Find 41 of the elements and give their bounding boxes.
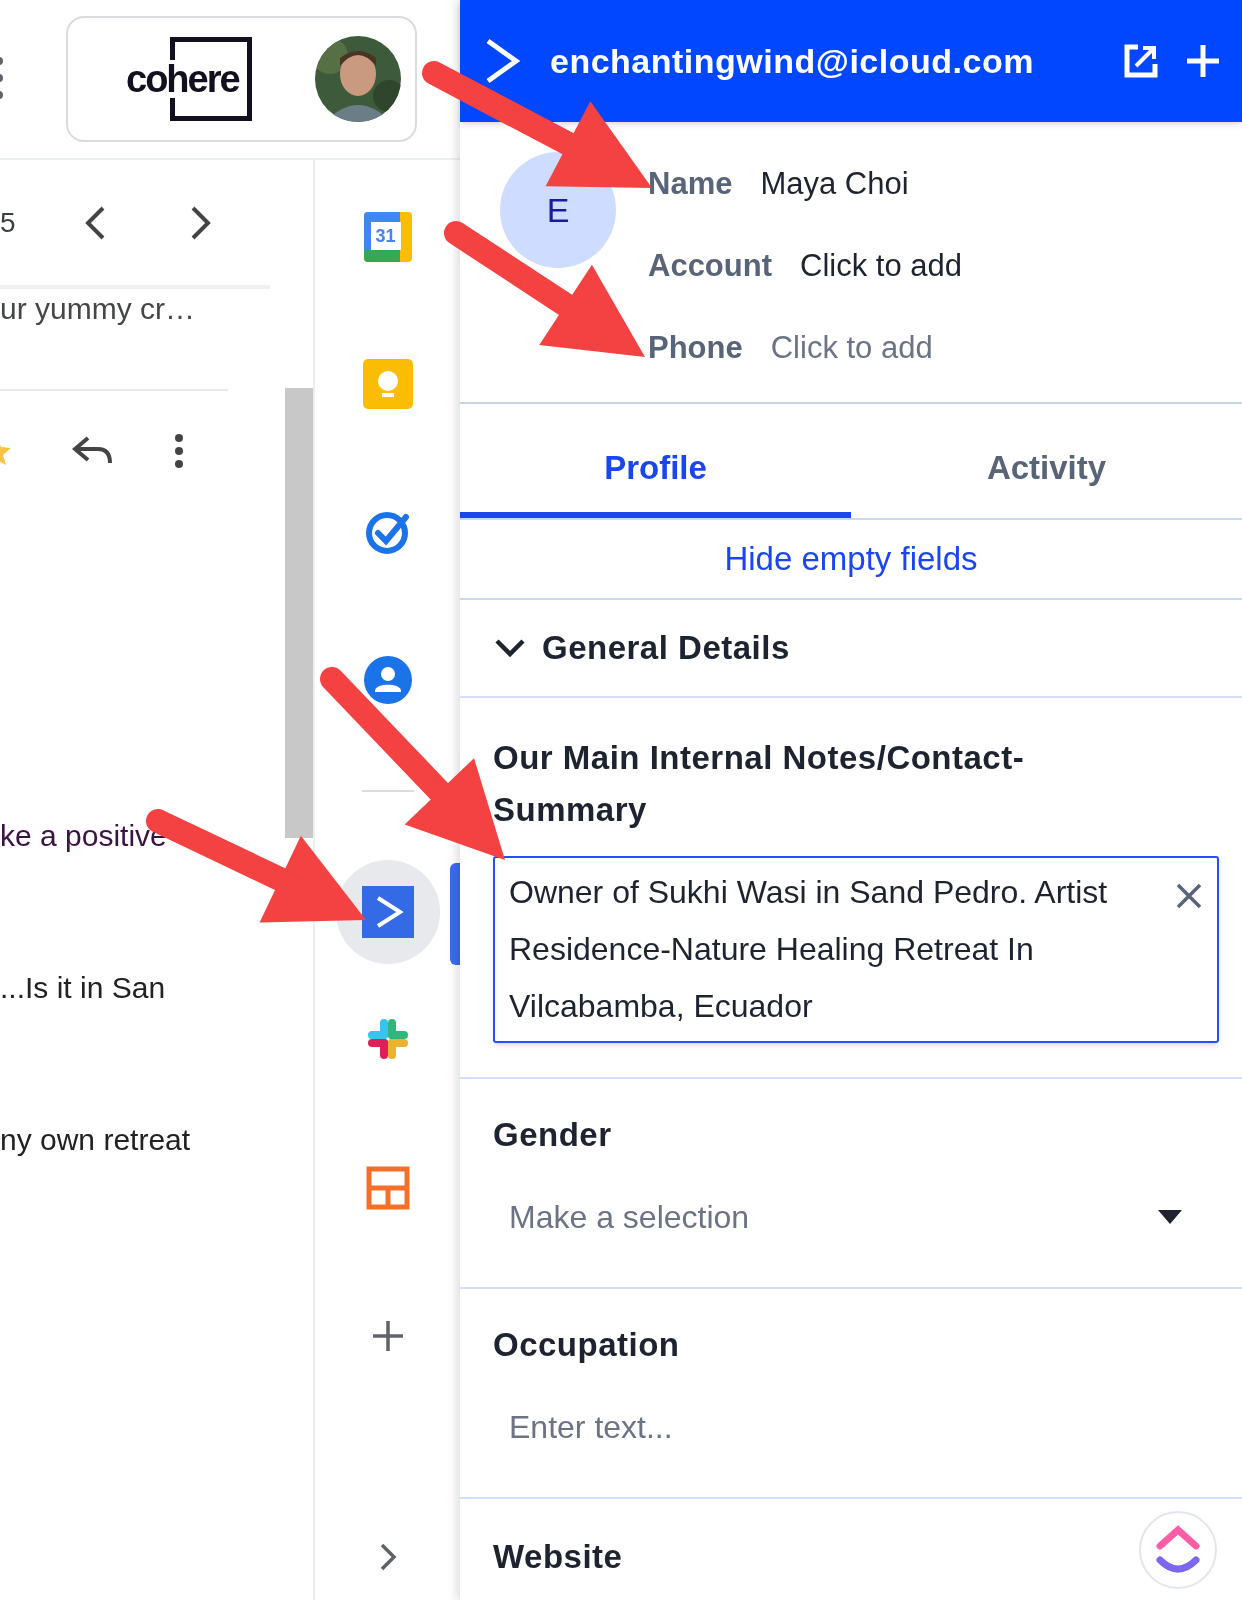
- more-vertical-icon[interactable]: [174, 433, 184, 469]
- lightbulb-icon: [362, 359, 413, 409]
- occupation-input[interactable]: Enter text...: [493, 1397, 1093, 1457]
- tab[interactable]: Activity: [851, 404, 1242, 518]
- chevron-left-icon[interactable]: [83, 204, 106, 241]
- chevron-right-icon[interactable]: [189, 204, 212, 241]
- email-preview-text: ke a positive: [0, 818, 168, 854]
- field-label: Gender: [493, 1115, 612, 1155]
- email-preview-text: ny own retreat: [0, 1122, 192, 1158]
- field-label: Our Main Internal Notes/Contact-Summary: [493, 738, 1026, 830]
- email-preview-text: ...Is it in San: [0, 970, 167, 1006]
- gender-select[interactable]: Make a selection: [493, 1187, 1182, 1247]
- calendar-icon: 31: [363, 212, 412, 262]
- caret-icon: [1158, 1210, 1182, 1224]
- sidebar-app-button[interactable]: 31: [335, 185, 440, 289]
- layout-icon: [365, 1166, 410, 1210]
- contact-field-label: Name: [648, 164, 733, 203]
- email-snippet: ur yummy cr…: [0, 291, 196, 327]
- contact-field-value[interactable]: Maya Choi: [760, 160, 909, 208]
- person-icon: [363, 656, 412, 704]
- contact-email: enchantingwind@icloud.com: [550, 40, 1034, 82]
- logo: cohere: [126, 37, 252, 121]
- notes-field[interactable]: Owner of Sukhi Wasi in Sand Pedro. Artist Residence-Nature Healing Retreat In Vilcabamba, Ecuador: [493, 856, 1219, 1043]
- scrollbar[interactable]: [285, 388, 313, 838]
- contact-field-value[interactable]: Click to add: [770, 324, 933, 372]
- spiral-logo-icon[interactable]: [1138, 1510, 1218, 1590]
- section-header[interactable]: General Details: [460, 600, 1242, 698]
- plus-icon[interactable]: [1186, 44, 1220, 78]
- close-icon[interactable]: [1175, 882, 1203, 910]
- chevron-right-icon[interactable]: [378, 1542, 397, 1572]
- field-label: Occupation: [493, 1325, 680, 1365]
- chevron-logo-icon: [361, 886, 414, 938]
- field-label: Website: [493, 1537, 623, 1577]
- page-count: 5: [0, 205, 16, 240]
- chevron-down-icon: [494, 638, 526, 658]
- hide-empty-fields-link[interactable]: Hide empty fields: [724, 534, 978, 584]
- contact-field-value[interactable]: Click to add: [800, 242, 962, 290]
- contact-field-label: Account: [648, 246, 772, 285]
- contact-field-label: Phone: [648, 328, 743, 367]
- tab[interactable]: Profile: [460, 404, 851, 518]
- open-external-icon[interactable]: [1124, 44, 1158, 78]
